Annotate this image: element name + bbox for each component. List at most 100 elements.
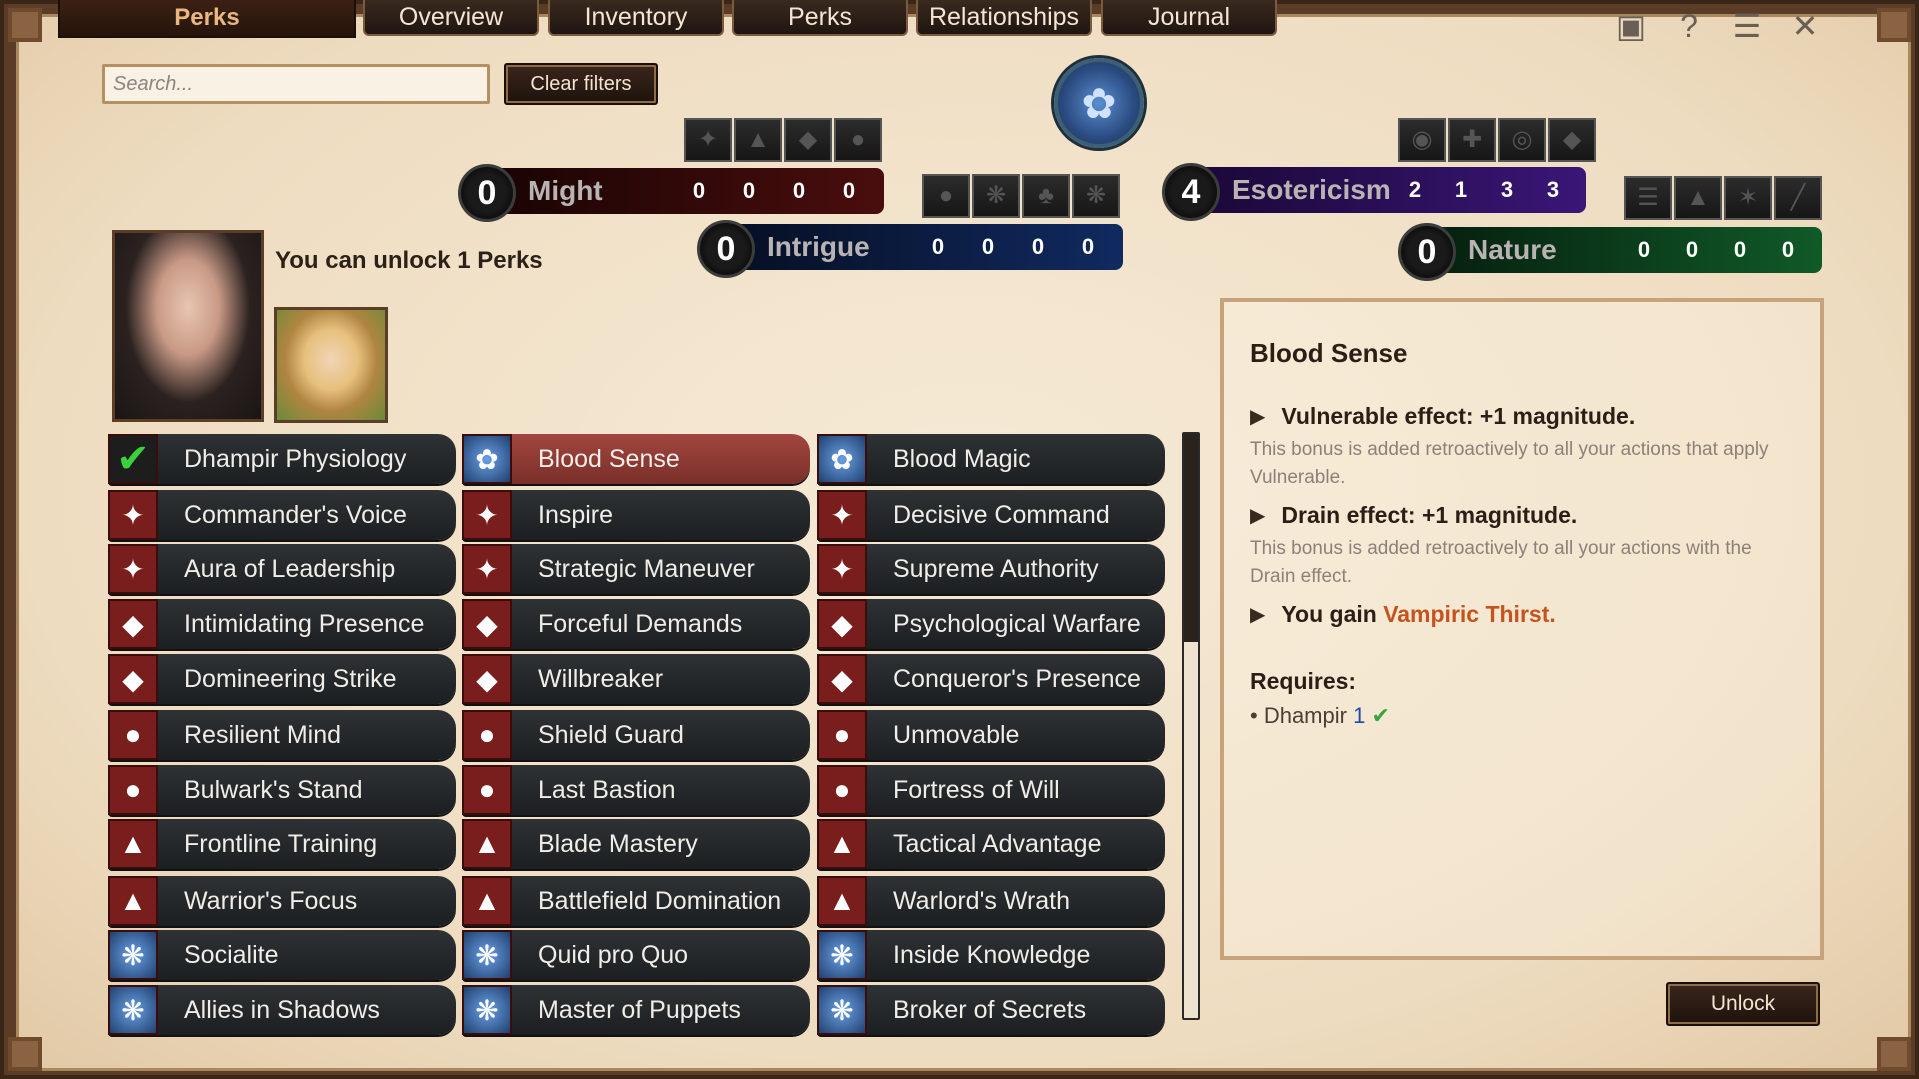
top-icon-group: ▣ ? ☰ ✕ xyxy=(1613,8,1823,44)
effect-description: This bonus is added retroactively to all… xyxy=(1250,439,1769,488)
perk-item[interactable]: ✦ Supreme Authority xyxy=(817,544,1165,594)
tab-overview[interactable]: Overview xyxy=(363,0,539,36)
unlock-button[interactable]: Unlock xyxy=(1666,982,1820,1026)
perk-detail-title: Blood Sense xyxy=(1250,338,1408,368)
perk-item[interactable]: ▲ Frontline Training xyxy=(108,819,456,869)
intrigue-value: 0 xyxy=(1081,234,1095,259)
perk-item[interactable]: ● Resilient Mind xyxy=(108,710,456,760)
perk-item[interactable]: ● Shield Guard xyxy=(462,710,810,760)
perk-name: Inspire xyxy=(538,500,614,529)
perk-name: Unmovable xyxy=(893,720,1020,749)
perk-item[interactable]: ◆ Psychological Warfare xyxy=(817,599,1165,649)
esotericism-value: 1 xyxy=(1454,177,1468,202)
perk-name: Bulwark's Stand xyxy=(184,775,363,804)
strongman-icon: ● xyxy=(108,710,158,760)
strongman-icon: ● xyxy=(108,765,158,815)
nature-stat: 0 Nature 0 0 0 0 xyxy=(1398,223,1822,281)
intrigue-level: 0 xyxy=(697,220,755,278)
nature-level: 0 xyxy=(1398,223,1456,281)
perk-name: Fortress of Will xyxy=(893,775,1060,804)
perk-item[interactable]: ● Bulwark's Stand xyxy=(108,765,456,815)
nature-value: 0 xyxy=(1781,237,1795,262)
perk-item[interactable]: ◆ Conqueror's Presence xyxy=(817,654,1165,704)
menu-icon[interactable]: ☰ xyxy=(1729,8,1765,44)
esotericism-value: 3 xyxy=(1546,177,1560,202)
close-icon[interactable]: ✕ xyxy=(1787,8,1823,44)
perk-item[interactable]: ▲ Blade Mastery xyxy=(462,819,810,869)
web-icon: ❋ xyxy=(972,174,1020,218)
perk-item[interactable]: ✿ Blood Magic xyxy=(817,434,1165,484)
perk-name: Blade Mastery xyxy=(538,829,698,858)
clear-filters-button[interactable]: Clear filters xyxy=(504,63,658,105)
perk-item[interactable]: ▲ Battlefield Domination xyxy=(462,876,810,926)
perk-name: Willbreaker xyxy=(538,664,664,693)
frame-corner xyxy=(8,8,42,42)
perk-item[interactable]: ❋ Master of Puppets xyxy=(462,985,810,1035)
perk-item[interactable]: ❋ Quid pro Quo xyxy=(462,930,810,980)
effect-heading: Drain effect: +1 magnitude. xyxy=(1281,502,1578,528)
bullet-triangle-icon: ▶ xyxy=(1250,505,1266,527)
perk-item[interactable]: ❋ Socialite xyxy=(108,930,456,980)
strongman-icon: ● xyxy=(462,710,512,760)
tab-journal[interactable]: Journal xyxy=(1101,0,1277,36)
gain-item-link[interactable]: Vampiric Thirst xyxy=(1383,601,1549,628)
perk-item[interactable]: ❋ Broker of Secrets xyxy=(817,985,1165,1035)
effect-description: This bonus is added retroactively to all… xyxy=(1250,538,1752,587)
perk-item[interactable]: ● Last Bastion xyxy=(462,765,810,815)
perk-name: Domineering Strike xyxy=(184,664,397,693)
perk-name: Blood Sense xyxy=(538,444,680,473)
checkmark-icon: ✔ xyxy=(108,434,158,484)
perk-item[interactable]: ◆ Willbreaker xyxy=(462,654,810,704)
tab-perks-active[interactable]: Perks xyxy=(58,0,356,38)
tab-inventory[interactable]: Inventory xyxy=(548,0,724,36)
nature-value: 0 xyxy=(1637,237,1651,262)
map-icon[interactable]: ▣ xyxy=(1613,8,1649,44)
perk-item[interactable]: ✿ Blood Sense xyxy=(462,434,810,484)
perk-item[interactable]: ✦ Commander's Voice xyxy=(108,490,456,540)
esotericism-level: 4 xyxy=(1162,163,1220,221)
eagle-icon: ✦ xyxy=(817,490,867,540)
perk-name: Quid pro Quo xyxy=(538,940,689,969)
help-icon[interactable]: ? xyxy=(1671,8,1707,44)
esotericism-stat: 4 Esotericism 2 1 3 3 xyxy=(1162,163,1586,221)
perk-name: Allies in Shadows xyxy=(184,995,380,1024)
effect-heading: Vulnerable effect: +1 magnitude. xyxy=(1281,403,1636,429)
perk-item[interactable]: ✦ Strategic Maneuver xyxy=(462,544,810,594)
intrigue-value: 0 xyxy=(981,234,995,259)
intrigue-stat: 0 Intrigue 0 0 0 0 xyxy=(697,220,1123,278)
tab-perks[interactable]: Perks xyxy=(732,0,908,36)
perk-item[interactable]: ❋ Inside Knowledge xyxy=(817,930,1165,980)
perk-list-scrollbar[interactable] xyxy=(1182,432,1200,1020)
nature-value: 0 xyxy=(1733,237,1747,262)
eagle-icon: ✦ xyxy=(684,118,732,162)
perk-item[interactable]: ▲ Tactical Advantage xyxy=(817,819,1165,869)
perk-item[interactable]: ● Fortress of Will xyxy=(817,765,1165,815)
companion-portrait[interactable] xyxy=(274,307,388,423)
perk-item[interactable]: ◆ Intimidating Presence xyxy=(108,599,456,649)
perk-item[interactable]: ● Unmovable xyxy=(817,710,1165,760)
tab-relationships[interactable]: Relationships xyxy=(916,0,1092,36)
perk-item[interactable]: ✔ Dhampir Physiology xyxy=(108,434,456,484)
character-portrait[interactable] xyxy=(112,230,264,422)
bullet-triangle-icon: ▶ xyxy=(1250,604,1266,626)
perk-item[interactable]: ✦ Aura of Leadership xyxy=(108,544,456,594)
helmet-icon: ▲ xyxy=(734,118,782,162)
eye-icon: ◎ xyxy=(1498,118,1546,162)
perk-item[interactable]: ✦ Inspire xyxy=(462,490,810,540)
nature-perk-icons: ☰ ▲ ✶ ╱ xyxy=(1624,176,1822,220)
web-icon: ❋ xyxy=(1072,174,1120,218)
esotericism-value: 3 xyxy=(1500,177,1514,202)
perk-item[interactable]: ❋ Allies in Shadows xyxy=(108,985,456,1035)
perk-item[interactable]: ◆ Domineering Strike xyxy=(108,654,456,704)
scrollbar-thumb[interactable] xyxy=(1184,434,1198,642)
perk-item[interactable]: ▲ Warrior's Focus xyxy=(108,876,456,926)
perk-item[interactable]: ▲ Warlord's Wrath xyxy=(817,876,1165,926)
requirement-name: Dhampir xyxy=(1263,703,1347,728)
frame-corner xyxy=(1877,8,1911,42)
perk-item[interactable]: ✦ Decisive Command xyxy=(817,490,1165,540)
leaf-icon: ✶ xyxy=(1724,176,1772,220)
gain-prefix: You gain xyxy=(1281,601,1384,627)
search-input[interactable] xyxy=(102,64,490,104)
nature-label: Nature xyxy=(1468,234,1557,265)
perk-item[interactable]: ◆ Forceful Demands xyxy=(462,599,810,649)
